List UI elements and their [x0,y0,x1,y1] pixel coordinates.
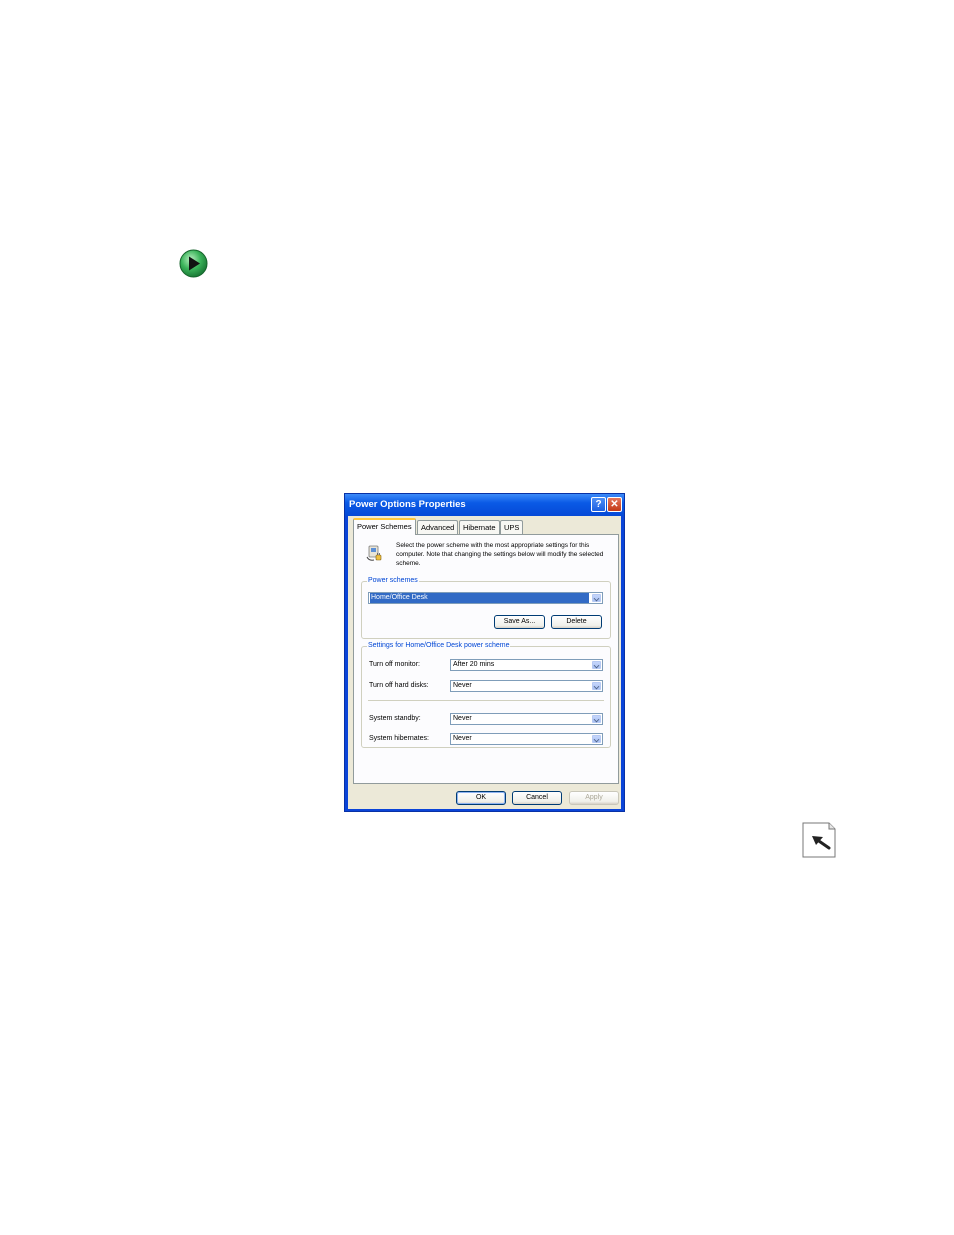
system-standby-select[interactable]: Never [450,713,603,725]
turn-off-monitor-label: Turn off monitor: [369,661,420,668]
system-hibernates-value: Never [453,735,472,742]
turn-off-hard-disks-label: Turn off hard disks: [369,682,429,689]
turn-off-monitor-value: After 20 mins [453,661,495,668]
dialog-title: Power Options Properties [349,499,466,510]
dialog-client-area: Power Schemes Advanced Hibernate UPS Sel… [348,516,621,809]
power-scheme-value: Home/Office Desk [370,593,589,603]
power-plug-icon [366,545,382,561]
chevron-down-icon[interactable] [592,715,601,723]
scheme-settings-legend: Settings for Home/Office Desk power sche… [367,641,511,651]
power-schemes-legend: Power schemes [367,576,419,586]
power-scheme-select[interactable]: Home/Office Desk [368,592,603,604]
chevron-down-icon[interactable] [592,682,601,690]
system-hibernates-select[interactable]: Never [450,733,603,745]
system-standby-label: System standby: [369,715,421,722]
turn-off-monitor-select[interactable]: After 20 mins [450,659,603,671]
close-icon: ✕ [610,499,619,510]
help-icon: ? [595,499,602,510]
turn-off-hard-disks-value: Never [453,682,472,689]
ok-button[interactable]: OK [456,791,506,805]
tab-advanced[interactable]: Advanced [417,520,459,534]
tab-hibernate[interactable]: Hibernate [459,520,500,534]
delete-button[interactable]: Delete [551,615,602,629]
title-bar[interactable]: Power Options Properties ? ✕ [345,494,624,516]
system-hibernates-label: System hibernates: [369,735,429,742]
cancel-button[interactable]: Cancel [512,791,562,805]
power-schemes-group: Power schemes Home/Office Desk Save As..… [361,576,611,639]
turn-off-hard-disks-select[interactable]: Never [450,680,603,692]
power-options-dialog: Power Options Properties ? ✕ Power Schem… [344,493,625,812]
help-button[interactable]: ? [591,497,606,512]
tab-panel-power-schemes: Select the power scheme with the most ap… [353,534,619,784]
close-button[interactable]: ✕ [607,497,622,512]
tab-ups[interactable]: UPS [500,520,524,534]
play-arrow-icon [179,249,208,278]
save-as-button[interactable]: Save As... [494,615,545,629]
page-return-icon [802,822,836,858]
settings-divider [368,700,604,701]
intro-text: Select the power scheme with the most ap… [396,542,604,567]
chevron-down-icon[interactable] [592,661,601,669]
tab-power-schemes[interactable]: Power Schemes [353,518,416,535]
chevron-down-icon[interactable] [592,735,601,743]
system-standby-value: Never [453,715,472,722]
chevron-down-icon[interactable] [592,594,601,602]
apply-button[interactable]: Apply [569,791,619,805]
scheme-settings-group: Settings for Home/Office Desk power sche… [361,641,611,748]
